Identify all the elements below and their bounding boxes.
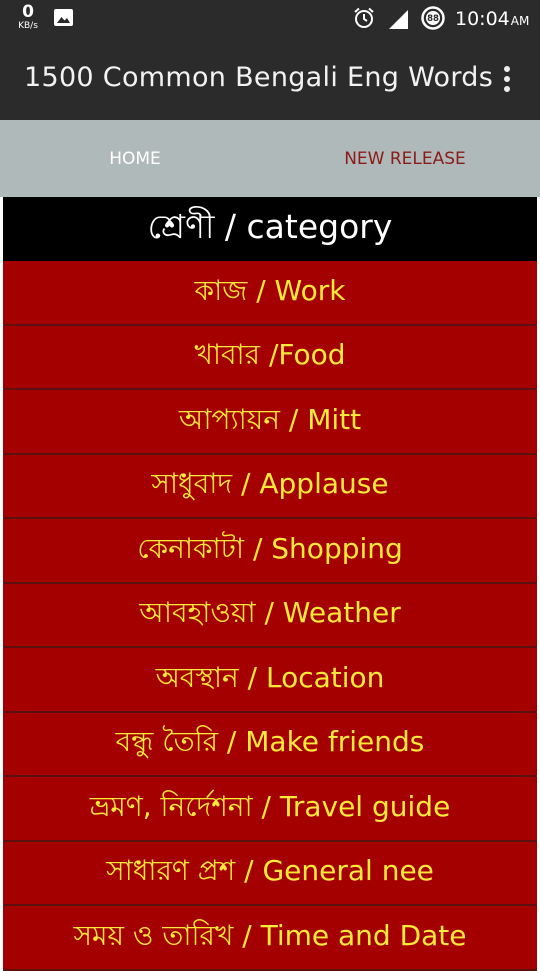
clock-time: 10:04 [455,8,510,30]
status-bar: 0 KB/s 88 10:04AM [0,0,540,38]
category-item-mitt[interactable]: আপ্যায়ন / Mitt [3,390,537,455]
battery-icon: 88 [421,6,445,30]
image-notification-icon [54,9,73,26]
category-item-work[interactable]: কাজ / Work [3,261,537,326]
app-bar: 1500 Common Bengali Eng Words [0,38,540,120]
clock-ampm: AM [510,14,530,28]
network-speed-unit: KB/s [18,21,38,31]
overflow-menu-icon[interactable] [496,62,518,96]
tab-new-release[interactable]: NEW RELEASE [270,120,540,197]
overflow-dot [504,76,510,82]
network-speed-value: 0 [22,2,34,22]
category-item-make-friends[interactable]: বন্ধু তৈরি / Make friends [3,712,537,777]
category-item-shopping[interactable]: কেনাকাটা / Shopping [3,519,537,584]
cell-signal-icon [389,10,408,29]
alarm-icon [354,7,374,28]
network-speed: 0 KB/s [14,4,42,31]
category-list: শ্রেণী / category কাজ / Work খাবার /Food… [0,197,540,971]
category-item-general-need[interactable]: সাধারণ প্রশ / General nee [3,841,537,906]
category-item-travel-guide[interactable]: ভ্রমণ, নির্দেশনা / Travel guide [3,777,537,842]
category-item-weather[interactable]: আবহাওয়া / Weather [3,583,537,648]
category-item-location[interactable]: অবস্থান / Location [3,648,537,713]
tab-home[interactable]: HOME [0,120,270,197]
app-title: 1500 Common Bengali Eng Words [24,62,494,93]
overflow-dot [504,86,510,92]
category-item-time-date[interactable]: সময় ও তারিখ / Time and Date [3,906,537,971]
clock: 10:04AM [455,8,529,30]
battery-level: 88 [427,14,439,24]
category-header: শ্রেণী / category [3,197,537,261]
tab-bar: HOME NEW RELEASE [0,120,540,317]
overflow-dot [504,66,510,72]
category-item-applause[interactable]: সাধুবাদ / Applause [3,454,537,519]
category-item-food[interactable]: খাবার /Food [3,325,537,390]
category-items: কাজ / Work খাবার /Food আপ্যায়ন / Mitt স… [3,261,537,971]
